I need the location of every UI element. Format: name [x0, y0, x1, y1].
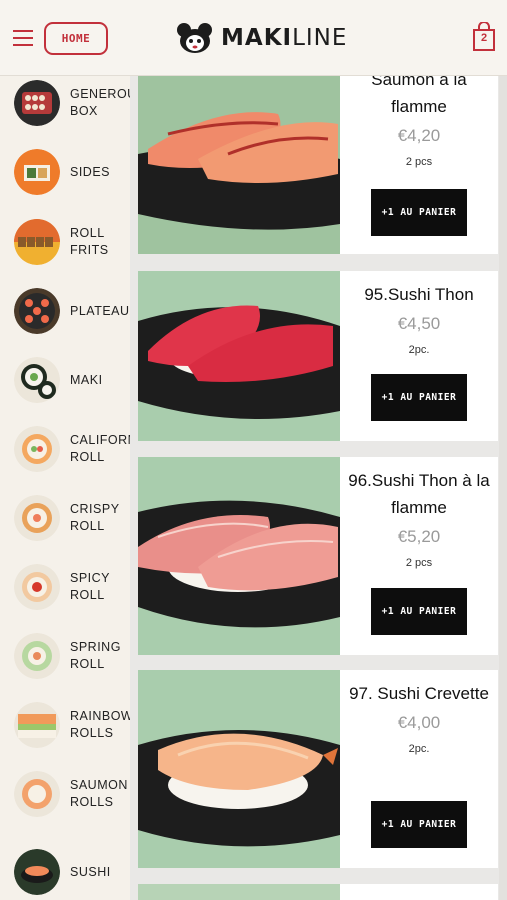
makiline-logo[interactable]: MAKILINE [175, 20, 347, 56]
product-image [138, 76, 340, 254]
category-thumbnail [14, 702, 60, 748]
sidebar-item-california-roll[interactable]: CALIFORNIA ROLL [0, 419, 130, 479]
product-card: 97. Sushi Crevette €4,00 2pc. +1 AU PANI… [138, 670, 498, 868]
product-name: Saumon à la flamme [371, 76, 467, 116]
add-to-cart-button[interactable]: +1 AU PANIER [371, 374, 467, 421]
product-quantity: 2 pcs [405, 557, 433, 569]
sidebar-item-label: SIDES [70, 164, 111, 179]
product-name: 97. Sushi Crevette [349, 684, 489, 703]
product-card [138, 884, 498, 900]
sidebar-item-sides[interactable]: SIDES [0, 142, 130, 202]
category-thumbnail [14, 771, 60, 817]
sidebar-item-label: MAKI [70, 372, 103, 387]
menu-icon[interactable] [13, 30, 33, 46]
category-thumbnail [14, 633, 60, 679]
category-thumbnail [14, 564, 60, 610]
product-name: 96.Sushi Thon à la flamme [348, 471, 490, 517]
cart-button[interactable]: 2 [472, 21, 496, 52]
sidebar-item-saumon-rolls[interactable]: SAUMON ROLLS [0, 764, 130, 824]
sidebar-item-label: CALIFORNIA ROLL [70, 433, 130, 464]
sidebar-item-label: SAUMON ROLLS [70, 778, 128, 809]
product-list[interactable]: Saumon à la flamme €4,20 2 pcs +1 AU PAN… [130, 76, 507, 900]
product-info: 96.Sushi Thon à la flamme €5,20 2 pcs +1… [340, 457, 498, 655]
product-info: 95.Sushi Thon €4,50 2pc. +1 AU PANIER [340, 271, 498, 441]
sidebar-item-label: SPRING ROLL [70, 640, 121, 671]
category-sidebar[interactable]: GENEROUS BOX SIDES ROLL FRITS PLATEAUX M… [0, 76, 130, 900]
home-button[interactable]: HOME [44, 22, 108, 55]
product-image [138, 457, 340, 655]
product-image [138, 884, 340, 900]
sidebar-item-label: SPICY ROLL [70, 571, 111, 602]
sidebar-item-label: PLATEAUX [70, 303, 130, 318]
sidebar-item-sushi[interactable]: SUSHI [0, 842, 130, 900]
category-thumbnail [14, 495, 60, 541]
sidebar-item-label: CRISPY ROLL [70, 502, 120, 533]
product-card: Saumon à la flamme €4,20 2 pcs +1 AU PAN… [138, 76, 498, 254]
sidebar-item-label: RAINBOW ROLLS [70, 709, 130, 740]
cart-count-badge: 2 [480, 32, 488, 44]
category-thumbnail [14, 149, 60, 195]
product-info: Saumon à la flamme €4,20 2 pcs +1 AU PAN… [340, 76, 498, 254]
brand-name: MAKILINE [221, 25, 348, 51]
product-card: 95.Sushi Thon €4,50 2pc. +1 AU PANIER [138, 271, 498, 441]
product-price: €4,20 [397, 126, 441, 145]
sidebar-item-label: ROLL FRITS [70, 226, 109, 257]
product-card: 96.Sushi Thon à la flamme €5,20 2 pcs +1… [138, 457, 498, 655]
panda-logo-icon [177, 23, 212, 53]
sidebar-item-generous-box[interactable]: GENEROUS BOX [0, 76, 130, 133]
product-price: €4,50 [397, 314, 441, 333]
add-to-cart-button[interactable]: +1 AU PANIER [371, 801, 467, 848]
add-to-cart-button[interactable]: +1 AU PANIER [371, 588, 467, 635]
sidebar-item-plateaux[interactable]: PLATEAUX [0, 281, 130, 341]
category-thumbnail [14, 849, 60, 895]
sidebar-item-rainbow-rolls[interactable]: RAINBOW ROLLS [0, 695, 130, 755]
product-name: 95.Sushi Thon [364, 285, 474, 304]
sidebar-item-crispy-roll[interactable]: CRISPY ROLL [0, 488, 130, 548]
sidebar-item-label: SUSHI [70, 864, 111, 879]
category-thumbnail [14, 426, 60, 472]
product-quantity: 2pc. [408, 743, 430, 755]
sidebar-item-label: GENEROUS BOX [70, 87, 130, 118]
product-image [138, 670, 340, 868]
category-thumbnail [14, 288, 60, 334]
category-thumbnail [14, 80, 60, 126]
sidebar-item-maki[interactable]: MAKI [0, 350, 130, 410]
product-price: €4,00 [397, 713, 441, 732]
product-price: €5,20 [397, 527, 441, 546]
category-thumbnail [14, 357, 60, 403]
top-header: HOME MAKILINE 2 [0, 0, 507, 76]
category-thumbnail [14, 219, 60, 265]
product-image [138, 271, 340, 441]
add-to-cart-button[interactable]: +1 AU PANIER [371, 189, 467, 236]
scrollbar[interactable] [499, 76, 507, 900]
product-quantity: 2pc. [408, 344, 430, 356]
sidebar-item-spicy-roll[interactable]: SPICY ROLL [0, 557, 130, 617]
product-quantity: 2 pcs [405, 156, 433, 168]
product-info: 97. Sushi Crevette €4,00 2pc. +1 AU PANI… [340, 670, 498, 868]
sidebar-item-roll-frits[interactable]: ROLL FRITS [0, 212, 130, 272]
sidebar-item-spring-roll[interactable]: SPRING ROLL [0, 626, 130, 686]
